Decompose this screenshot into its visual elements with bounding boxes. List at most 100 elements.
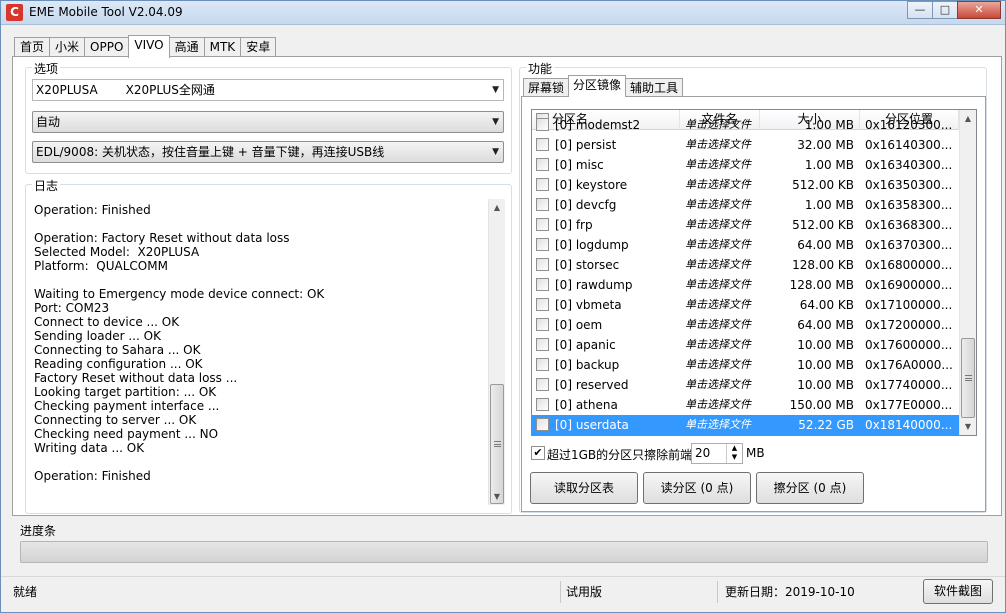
read-partition-button[interactable]: 读分区 (0 点)	[643, 472, 751, 504]
file-name[interactable]: 单击选择文件	[685, 235, 751, 255]
table-row[interactable]: [0] storsec 单击选择文件 128.00 KB 0x16800000...	[532, 255, 959, 275]
log-group-title: 日志	[32, 177, 61, 194]
file-name[interactable]: 单击选择文件	[685, 295, 751, 315]
file-name[interactable]: 单击选择文件	[685, 395, 751, 415]
partition-list-scrollbar[interactable]: ▲ ▼	[959, 110, 976, 435]
file-name[interactable]: 单击选择文件	[685, 255, 751, 275]
partition-name: [0] rawdump	[555, 278, 633, 292]
file-name[interactable]: 单击选择文件	[685, 215, 751, 235]
tab-partition-image[interactable]: 分区镜像	[568, 75, 627, 97]
row-checkbox[interactable]	[536, 198, 549, 211]
file-name[interactable]: 单击选择文件	[685, 175, 751, 195]
table-row[interactable]: [0] rawdump 单击选择文件 128.00 MB 0x16900000...	[532, 275, 959, 295]
log-scrollbar[interactable]: ▲ ▼	[488, 199, 505, 505]
partition-position: 0x16368300...	[865, 218, 953, 232]
partition-name: [0] oem	[555, 318, 603, 332]
tab-screen-lock[interactable]: 屏幕锁	[523, 78, 570, 97]
row-checkbox[interactable]	[536, 238, 549, 251]
close-button[interactable]: ✕	[957, 1, 1001, 19]
row-checkbox[interactable]	[536, 398, 549, 411]
table-row[interactable]: [0] misc 单击选择文件 1.00 MB 0x16340300...	[532, 155, 959, 175]
table-row[interactable]: [0] keystore 单击选择文件 512.00 KB 0x16350300...	[532, 175, 959, 195]
file-name[interactable]: 单击选择文件	[685, 315, 751, 335]
tab-helper-tools[interactable]: 辅助工具	[625, 78, 684, 97]
options-group-title: 选项	[32, 60, 61, 77]
partition-position: 0x16900000...	[865, 278, 953, 292]
file-name[interactable]: 单击选择文件	[685, 275, 751, 295]
partition-scroll-thumb[interactable]	[961, 338, 975, 418]
partition-position: 0x16140300...	[865, 138, 953, 152]
table-row[interactable]: [0] devcfg 单击选择文件 1.00 MB 0x16358300...	[532, 195, 959, 215]
tab-home[interactable]: 首页	[14, 37, 51, 57]
table-row[interactable]: [0] vbmeta 单击选择文件 64.00 KB 0x17100000...	[532, 295, 959, 315]
software-screenshot-button[interactable]: 软件截图	[923, 579, 993, 604]
file-name[interactable]: 单击选择文件	[685, 375, 751, 395]
partition-size: 64.00 MB	[797, 318, 854, 332]
erase-mb-stepper[interactable]: 20 ▲ ▼	[691, 443, 743, 464]
row-checkbox[interactable]	[536, 358, 549, 371]
partition-position: 0x16340300...	[865, 158, 953, 172]
row-checkbox[interactable]	[536, 338, 549, 351]
file-name[interactable]: 单击选择文件	[685, 355, 751, 375]
row-checkbox[interactable]	[536, 298, 549, 311]
tab-qualcomm[interactable]: 高通	[168, 37, 205, 57]
row-checkbox[interactable]	[536, 218, 549, 231]
partition-list[interactable]: 分区名 文件名 大小 分区位置 [0] modemst2 单击选择文件 1.00 M…	[531, 109, 977, 436]
tab-oppo[interactable]: OPPO	[84, 37, 130, 57]
table-row[interactable]: [0] apanic 单击选择文件 10.00 MB 0x17600000...	[532, 335, 959, 355]
mode-select[interactable]: 自动 ▼	[32, 111, 504, 133]
row-checkbox[interactable]	[536, 378, 549, 391]
table-row[interactable]: [0] logdump 单击选择文件 64.00 MB 0x16370300...	[532, 235, 959, 255]
row-checkbox[interactable]	[536, 158, 549, 171]
row-checkbox[interactable]	[536, 318, 549, 331]
tab-xiaomi[interactable]: 小米	[49, 37, 86, 57]
maximize-button[interactable]: □	[932, 1, 958, 19]
stepper-up-icon[interactable]: ▲	[727, 444, 742, 453]
log-line: Reading configuration ... OK	[34, 357, 203, 371]
row-checkbox[interactable]	[536, 178, 549, 191]
table-row[interactable]: [0] modemst2 单击选择文件 1.00 MB 0x16120300...	[532, 115, 959, 135]
scroll-down-icon[interactable]: ▼	[960, 418, 976, 435]
table-row[interactable]: [0] frp 单击选择文件 512.00 KB 0x16368300...	[532, 215, 959, 235]
model-select[interactable]: X20PLUSA X20PLUS全网通 ▼	[32, 79, 504, 101]
file-name[interactable]: 单击选择文件	[685, 415, 751, 435]
table-row[interactable]: [0] athena 单击选择文件 150.00 MB 0x177E0000...	[532, 395, 959, 415]
file-name[interactable]: 单击选择文件	[685, 335, 751, 355]
partition-name: [0] logdump	[555, 238, 629, 252]
log-scroll-thumb[interactable]	[490, 384, 504, 504]
table-row[interactable]: [0] persist 单击选择文件 32.00 MB 0x16140300...	[532, 135, 959, 155]
read-partition-table-button[interactable]: 读取分区表	[530, 472, 638, 504]
row-checkbox[interactable]	[536, 138, 549, 151]
edl-method-select[interactable]: EDL/9008: 关机状态，按住音量上键 + 音量下键，再连接USB线 ▼	[32, 141, 504, 163]
row-checkbox[interactable]	[536, 418, 549, 431]
status-text: 就绪	[13, 581, 561, 603]
title-bar[interactable]: C EME Mobile Tool V2.04.09 — □ ✕	[1, 1, 1005, 25]
partition-position: 0x176A0000...	[865, 358, 953, 372]
row-checkbox[interactable]	[536, 278, 549, 291]
tab-mtk[interactable]: MTK	[203, 37, 242, 57]
scroll-up-icon[interactable]: ▲	[489, 199, 505, 216]
row-checkbox[interactable]	[536, 258, 549, 271]
erase-partition-button[interactable]: 擦分区 (0 点)	[756, 472, 864, 504]
table-row[interactable]: [0] reserved 单击选择文件 10.00 MB 0x17740000...	[532, 375, 959, 395]
stepper-down-icon[interactable]: ▼	[727, 453, 742, 462]
scroll-up-icon[interactable]: ▲	[960, 110, 976, 127]
tab-vivo[interactable]: VIVO	[128, 35, 170, 58]
log-textbox[interactable]: Operation: Finished Operation: Factory Re…	[31, 199, 505, 505]
row-checkbox[interactable]	[536, 118, 549, 131]
file-name[interactable]: 单击选择文件	[685, 195, 751, 215]
file-name[interactable]: 单击选择文件	[685, 115, 751, 135]
partition-position: 0x16370300...	[865, 238, 953, 252]
minimize-button[interactable]: —	[907, 1, 933, 19]
file-name[interactable]: 单击选择文件	[685, 155, 751, 175]
erase-front-only-checkbox[interactable]: ✔	[531, 446, 545, 460]
table-row[interactable]: [0] backup 单击选择文件 10.00 MB 0x176A0000...	[532, 355, 959, 375]
partition-name: [0] vbmeta	[555, 298, 622, 312]
table-row[interactable]: [0] userdata 单击选择文件 52.22 GB 0x18140000...	[532, 415, 959, 435]
tab-android[interactable]: 安卓	[240, 37, 277, 57]
table-row[interactable]: [0] oem 单击选择文件 64.00 MB 0x17200000...	[532, 315, 959, 335]
log-line: Connect to device ... OK	[34, 315, 180, 329]
file-name[interactable]: 单击选择文件	[685, 135, 751, 155]
scroll-down-icon[interactable]: ▼	[489, 488, 505, 505]
